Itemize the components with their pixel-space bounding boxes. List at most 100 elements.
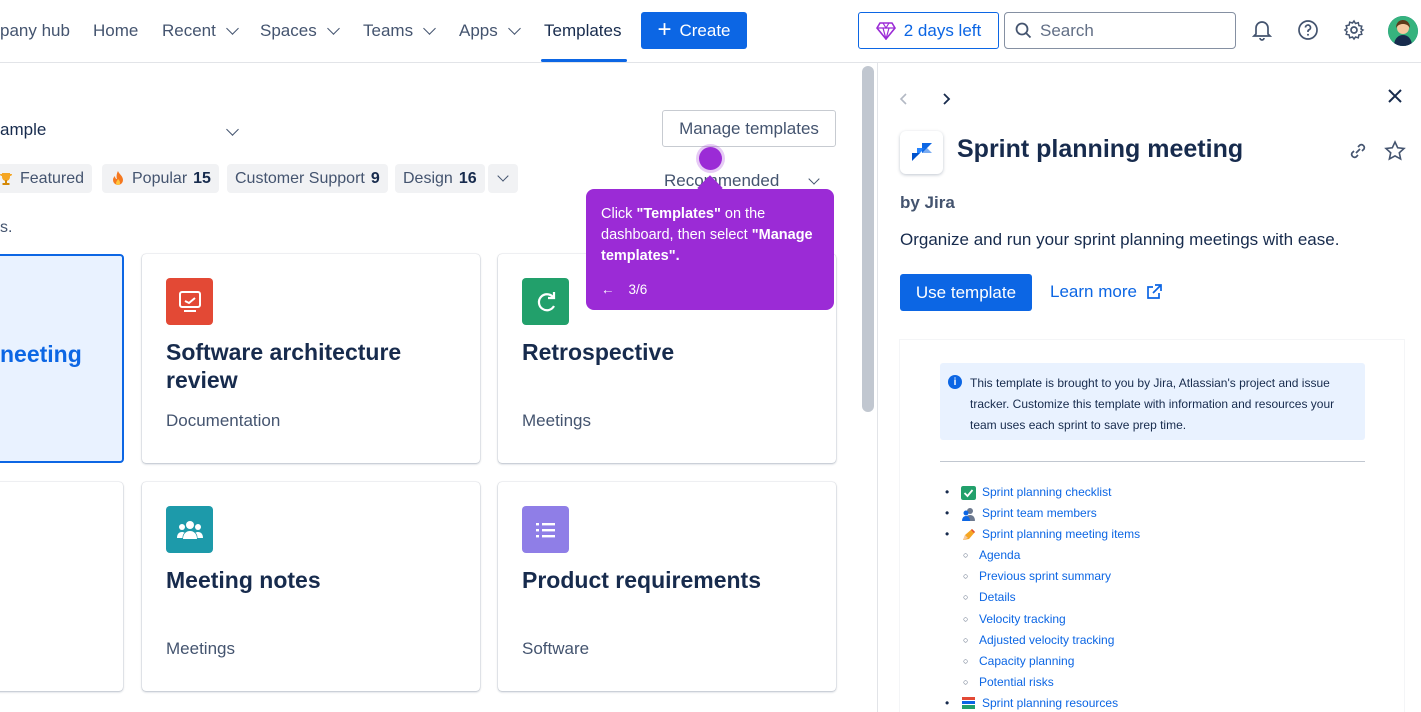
divider <box>940 461 1365 462</box>
tooltip-bold-templates: "Templates" <box>636 206 721 222</box>
card-title: Retrospective <box>522 339 675 365</box>
use-template-button[interactable]: Use template <box>900 274 1032 311</box>
chip-count: 15 <box>193 169 211 187</box>
back-arrow-icon[interactable]: ← <box>601 279 615 300</box>
nav-apps-label: Apps <box>459 21 498 40</box>
more-categories-button[interactable] <box>488 164 518 193</box>
toc-subitem[interactable]: ○ Details <box>945 587 1140 608</box>
fire-icon <box>113 171 123 185</box>
learn-more-link[interactable]: Learn more <box>1050 282 1163 302</box>
template-card-product-requirements[interactable]: Product requirements Software <box>498 482 836 691</box>
bell-icon[interactable] <box>1250 18 1274 42</box>
toc-subitem[interactable]: ○ Agenda <box>945 545 1140 566</box>
pencil-icon <box>963 528 975 540</box>
card-title: Software architecture review <box>166 339 402 393</box>
template-card-meeting-notes[interactable]: Meeting notes Meetings <box>142 482 480 691</box>
table-of-contents: • Sprint planning checklist • Sprint team … <box>945 482 1140 712</box>
template-card-partial[interactable] <box>0 482 123 691</box>
nav-apps[interactable]: Apps <box>459 0 521 62</box>
nav-brand[interactable]: pany hub <box>0 0 70 62</box>
tooltip-text: Click <box>601 206 637 222</box>
books-icon <box>962 697 975 710</box>
toc-label: Sprint planning meeting items <box>982 527 1141 542</box>
nav-templates[interactable]: Templates <box>544 0 621 62</box>
close-icon[interactable] <box>1386 87 1404 111</box>
people-icon <box>962 507 975 521</box>
toc-item[interactable]: • Sprint team members <box>945 503 1140 524</box>
nav-teams[interactable]: Teams <box>363 0 436 62</box>
chevron-down-icon <box>226 123 239 136</box>
avatar[interactable] <box>1388 16 1418 46</box>
help-icon[interactable] <box>1296 18 1320 42</box>
toc-item[interactable]: • Sprint planning checklist <box>945 482 1140 503</box>
card-category: Documentation <box>166 411 281 430</box>
check-mark-icon <box>961 485 976 500</box>
toc-subitem[interactable]: ○ Adjusted velocity tracking <box>945 630 1140 651</box>
top-navigation: pany hub Home Recent Spaces Teams Apps T… <box>0 0 1421 63</box>
chip-count: 9 <box>370 169 380 187</box>
info-panel: i This template is brought to you by Jir… <box>940 363 1365 440</box>
tour-beacon[interactable] <box>699 147 722 170</box>
search-placeholder: Search <box>1040 20 1094 40</box>
toc-label: Sprint team members <box>982 506 1097 521</box>
toc-subitem[interactable]: ○ Velocity tracking <box>945 609 1140 630</box>
category-select[interactable]: ample <box>0 120 46 140</box>
chip-design[interactable]: Design 16 <box>395 164 485 193</box>
guide-tooltip: Click "Templates" on the dashboard, then… <box>586 189 834 310</box>
subtext-value: s. <box>0 219 13 236</box>
plus-icon: + <box>657 15 672 43</box>
trial-button[interactable]: 2 days left <box>858 12 999 49</box>
link-icon[interactable] <box>1348 141 1368 166</box>
external-link-icon <box>1147 284 1162 299</box>
template-description: Organize and run your sprint planning me… <box>900 230 1340 249</box>
results-subtext: s. <box>0 219 12 237</box>
template-card-sprint-planning[interactable]: neeting <box>0 254 124 463</box>
chevron-down-icon <box>808 173 820 185</box>
chip-featured[interactable]: Featured <box>0 164 93 193</box>
toc-item[interactable]: • Sprint planning meeting items <box>945 524 1140 545</box>
manage-templates-button[interactable]: Manage templates <box>662 110 836 147</box>
chip-count: 16 <box>458 169 477 187</box>
chevron-left-icon[interactable] <box>898 89 910 112</box>
toc-label: Details <box>979 590 1016 605</box>
step-counter: 3/6 <box>628 282 648 297</box>
chevron-down-icon <box>226 22 239 35</box>
trial-label: 2 days left <box>903 20 982 40</box>
nav-home-label: Home <box>93 21 139 40</box>
chip-customer-support[interactable]: Customer Support 9 <box>227 164 388 193</box>
scrollbar[interactable] <box>862 66 874 412</box>
chip-label: Popular <box>132 169 188 187</box>
card-category: Meetings <box>522 411 591 430</box>
toc-label: Potential risks <box>979 674 1054 689</box>
card-title: Product requirements <box>522 567 761 593</box>
template-card-software-architecture[interactable]: Software architecture review Documentati… <box>142 254 480 463</box>
nav-spaces[interactable]: Spaces <box>260 0 340 62</box>
chip-label: Featured <box>20 169 85 187</box>
gem-icon <box>875 21 896 40</box>
template-author: by Jira <box>900 193 955 212</box>
card-category: Meetings <box>166 639 235 658</box>
toc-label: Adjusted velocity tracking <box>979 632 1115 647</box>
search-input[interactable]: Search <box>1004 12 1236 49</box>
toc-label: Sprint planning resources <box>982 695 1119 710</box>
nav-recent[interactable]: Recent <box>162 0 239 62</box>
card-title: Meeting notes <box>166 567 321 593</box>
chip-popular[interactable]: Popular 15 <box>102 164 219 193</box>
toc-label: Agenda <box>979 548 1021 563</box>
toc-item[interactable]: • Sprint planning resources <box>945 693 1140 712</box>
star-icon[interactable] <box>1384 140 1406 167</box>
chevron-right-icon[interactable] <box>940 89 952 112</box>
toc-subitem[interactable]: ○ Previous sprint summary <box>945 566 1140 587</box>
toc-label: Capacity planning <box>979 653 1075 668</box>
nav-home[interactable]: Home <box>93 0 138 62</box>
template-title: Sprint planning meeting <box>957 135 1244 163</box>
gear-icon[interactable] <box>1342 18 1366 42</box>
toc-subitem[interactable]: ○ Potential risks <box>945 672 1140 693</box>
create-button[interactable]: + Create <box>641 12 747 49</box>
card-category: Software <box>522 639 590 658</box>
toc-subitem[interactable]: ○ Capacity planning <box>945 651 1140 672</box>
manage-templates-label: Manage templates <box>679 118 819 138</box>
toc-label: Previous sprint summary <box>979 569 1112 584</box>
toc-label: Sprint planning checklist <box>982 485 1112 499</box>
category-value: ample <box>0 120 47 139</box>
